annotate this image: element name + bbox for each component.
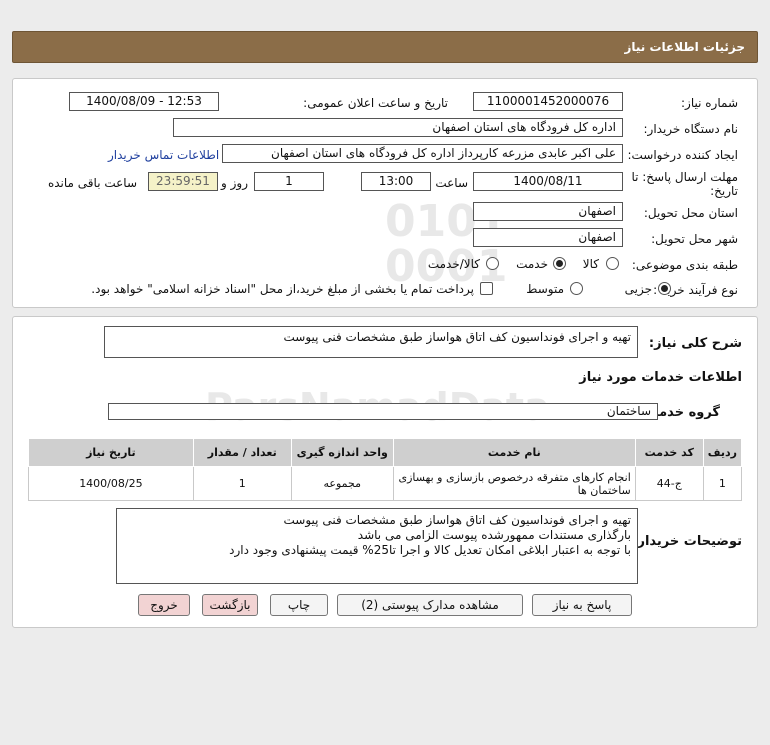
page-header: جزئیات اطلاعات نیاز <box>12 31 758 63</box>
category-radio-service[interactable] <box>553 257 566 270</box>
remaining-time-field: 23:59:51 <box>148 172 218 191</box>
province-label: استان محل تحویل: <box>643 206 738 220</box>
remaining-label: ساعت باقی مانده <box>47 176 137 190</box>
summary-field: تهیه و اجرای فونداسیون کف اتاق هواساز طب… <box>104 326 638 358</box>
services-table: ردیف کد خدمت نام خدمت واحد اندازه گیری ت… <box>28 438 743 501</box>
category-radio-goods[interactable] <box>606 257 619 270</box>
process-option-minor: جزیی <box>624 282 652 296</box>
back-button[interactable]: بازگشت <box>202 594 258 616</box>
cell-quantity: 1 <box>192 466 292 501</box>
col-quantity: تعداد / مقدار <box>192 438 292 467</box>
treasury-payment-note: پرداخت تمام یا بخشی از مبلغ خرید،از محل … <box>91 282 474 296</box>
service-group-field: ساختمان <box>108 403 658 420</box>
view-docs-button[interactable]: مشاهده مدارک پیوستی (2) <box>337 594 523 616</box>
buyer-desc-line: بارگذاری مستندات ممهورشده پیوست الزامی م… <box>357 528 631 542</box>
process-option-medium: متوسط <box>526 282 564 296</box>
col-need-date: تاریخ نیاز <box>28 438 194 467</box>
city-label: شهر محل تحویل: <box>651 232 738 246</box>
days-label: روز و <box>221 176 248 190</box>
buyer-org-label: نام دستگاه خریدار: <box>643 122 739 136</box>
buyer-desc-label: توضیحات خریدار: <box>632 534 742 549</box>
deadline-time-field: 13:00 <box>361 172 431 191</box>
category-radio-goods-service[interactable] <box>486 257 499 270</box>
col-service-name: نام خدمت <box>392 438 636 467</box>
buyer-desc-field: تهیه و اجرای فونداسیون کف اتاق هواساز طب… <box>116 508 638 584</box>
need-number-field: 1100001452000076 <box>473 92 623 111</box>
deadline-label: مهلت ارسال پاسخ: تا <box>631 170 738 184</box>
category-option-goods-service: کالا/خدمت <box>427 257 480 271</box>
col-row: ردیف <box>702 438 743 467</box>
deadline-time-label: ساعت <box>435 176 468 190</box>
cell-row: 1 <box>702 466 743 501</box>
need-info-panel <box>12 78 758 308</box>
creator-field: علی اکبر عابدی مزرعه کارپرداز اداره کل ف… <box>222 144 623 163</box>
treasury-payment-checkbox[interactable] <box>480 282 493 295</box>
cell-unit: مجموعه <box>290 466 394 501</box>
days-field: 1 <box>254 172 324 191</box>
table-header-row: ردیف کد خدمت نام خدمت واحد اندازه گیری ت… <box>28 438 743 467</box>
page-title: جزئیات اطلاعات نیاز <box>624 40 745 54</box>
buyer-org-field: اداره کل فرودگاه های استان اصفهان <box>173 118 623 137</box>
print-button[interactable]: چاپ <box>270 594 328 616</box>
process-radio-medium[interactable] <box>570 282 583 295</box>
category-option-service: خدمت <box>516 257 548 271</box>
buyer-desc-line: تهیه و اجرای فونداسیون کف اتاق هواساز طب… <box>283 513 631 527</box>
deadline-label-date: تاریخ: <box>710 184 738 198</box>
city-field: اصفهان <box>473 228 623 247</box>
summary-label: شرح کلی نیاز: <box>648 336 742 351</box>
category-label: طبقه بندی موضوعی: <box>631 258 738 272</box>
col-unit: واحد اندازه گیری <box>290 438 394 467</box>
exit-button[interactable]: خروج <box>138 594 190 616</box>
col-service-code: کد خدمت <box>634 438 704 467</box>
process-radio-minor[interactable] <box>658 282 671 295</box>
cell-service-code: ج-44 <box>634 466 704 501</box>
province-field: اصفهان <box>473 202 623 221</box>
deadline-date-field: 1400/08/11 <box>473 172 623 191</box>
announce-field: 1400/08/09 - 12:53 <box>69 92 219 111</box>
buyer-desc-line: با توجه به اعتبار ابلاغی امکان تعدیل کال… <box>229 543 631 557</box>
buyer-contact-link[interactable]: اطلاعات تماس خریدار <box>108 148 219 162</box>
announce-label: تاریخ و ساعت اعلان عمومی: <box>303 96 448 110</box>
cell-need-date: 1400/08/25 <box>28 466 194 501</box>
reply-button[interactable]: پاسخ به نیاز <box>532 594 632 616</box>
need-number-label: شماره نیاز: <box>681 96 738 110</box>
creator-label: ایجاد کننده درخواست: <box>627 148 738 162</box>
category-option-goods: کالا <box>582 257 599 271</box>
cell-service-name: انجام کارهای متفرقه درخصوص بازسازی و بهس… <box>392 466 636 501</box>
services-heading: اطلاعات خدمات مورد نیاز <box>579 370 742 385</box>
table-row: 1 ج-44 انجام کارهای متفرقه درخصوص بازساز… <box>28 466 743 501</box>
